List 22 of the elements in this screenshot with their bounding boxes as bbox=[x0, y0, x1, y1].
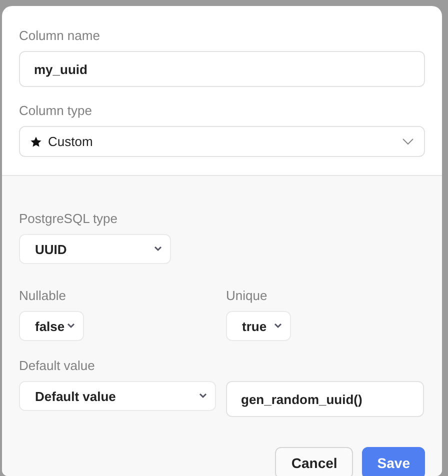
field-label: Column type bbox=[19, 103, 93, 118]
input-field[interactable]: gen_random_uuid() bbox=[226, 381, 424, 417]
chevron-down-icon bbox=[154, 246, 162, 252]
star-icon bbox=[30, 136, 42, 148]
type-select[interactable]: Custom bbox=[19, 126, 425, 157]
cancel-button[interactable]: Cancel bbox=[275, 447, 354, 476]
unique-select[interactable]: true bbox=[226, 311, 291, 341]
select-value: Custom bbox=[48, 134, 93, 149]
chevron-down-icon bbox=[274, 323, 282, 329]
chevron-down-icon bbox=[199, 393, 207, 399]
chevron-down-icon bbox=[402, 138, 414, 145]
postgresql-type-select[interactable]: UUID bbox=[19, 234, 171, 264]
save-button[interactable]: Save bbox=[362, 447, 425, 476]
nullable-select[interactable]: false bbox=[19, 311, 84, 341]
chevron-down-icon bbox=[67, 323, 75, 329]
field-label: Column name bbox=[19, 28, 101, 43]
field-label: PostgreSQL type bbox=[19, 211, 119, 226]
field-label: Nullable bbox=[19, 288, 67, 303]
default-value-select[interactable]: Default value bbox=[19, 381, 216, 411]
field-label: Unique bbox=[226, 288, 268, 303]
field-label: Default value bbox=[19, 358, 96, 373]
input-field[interactable]: my_uuid bbox=[19, 51, 425, 87]
